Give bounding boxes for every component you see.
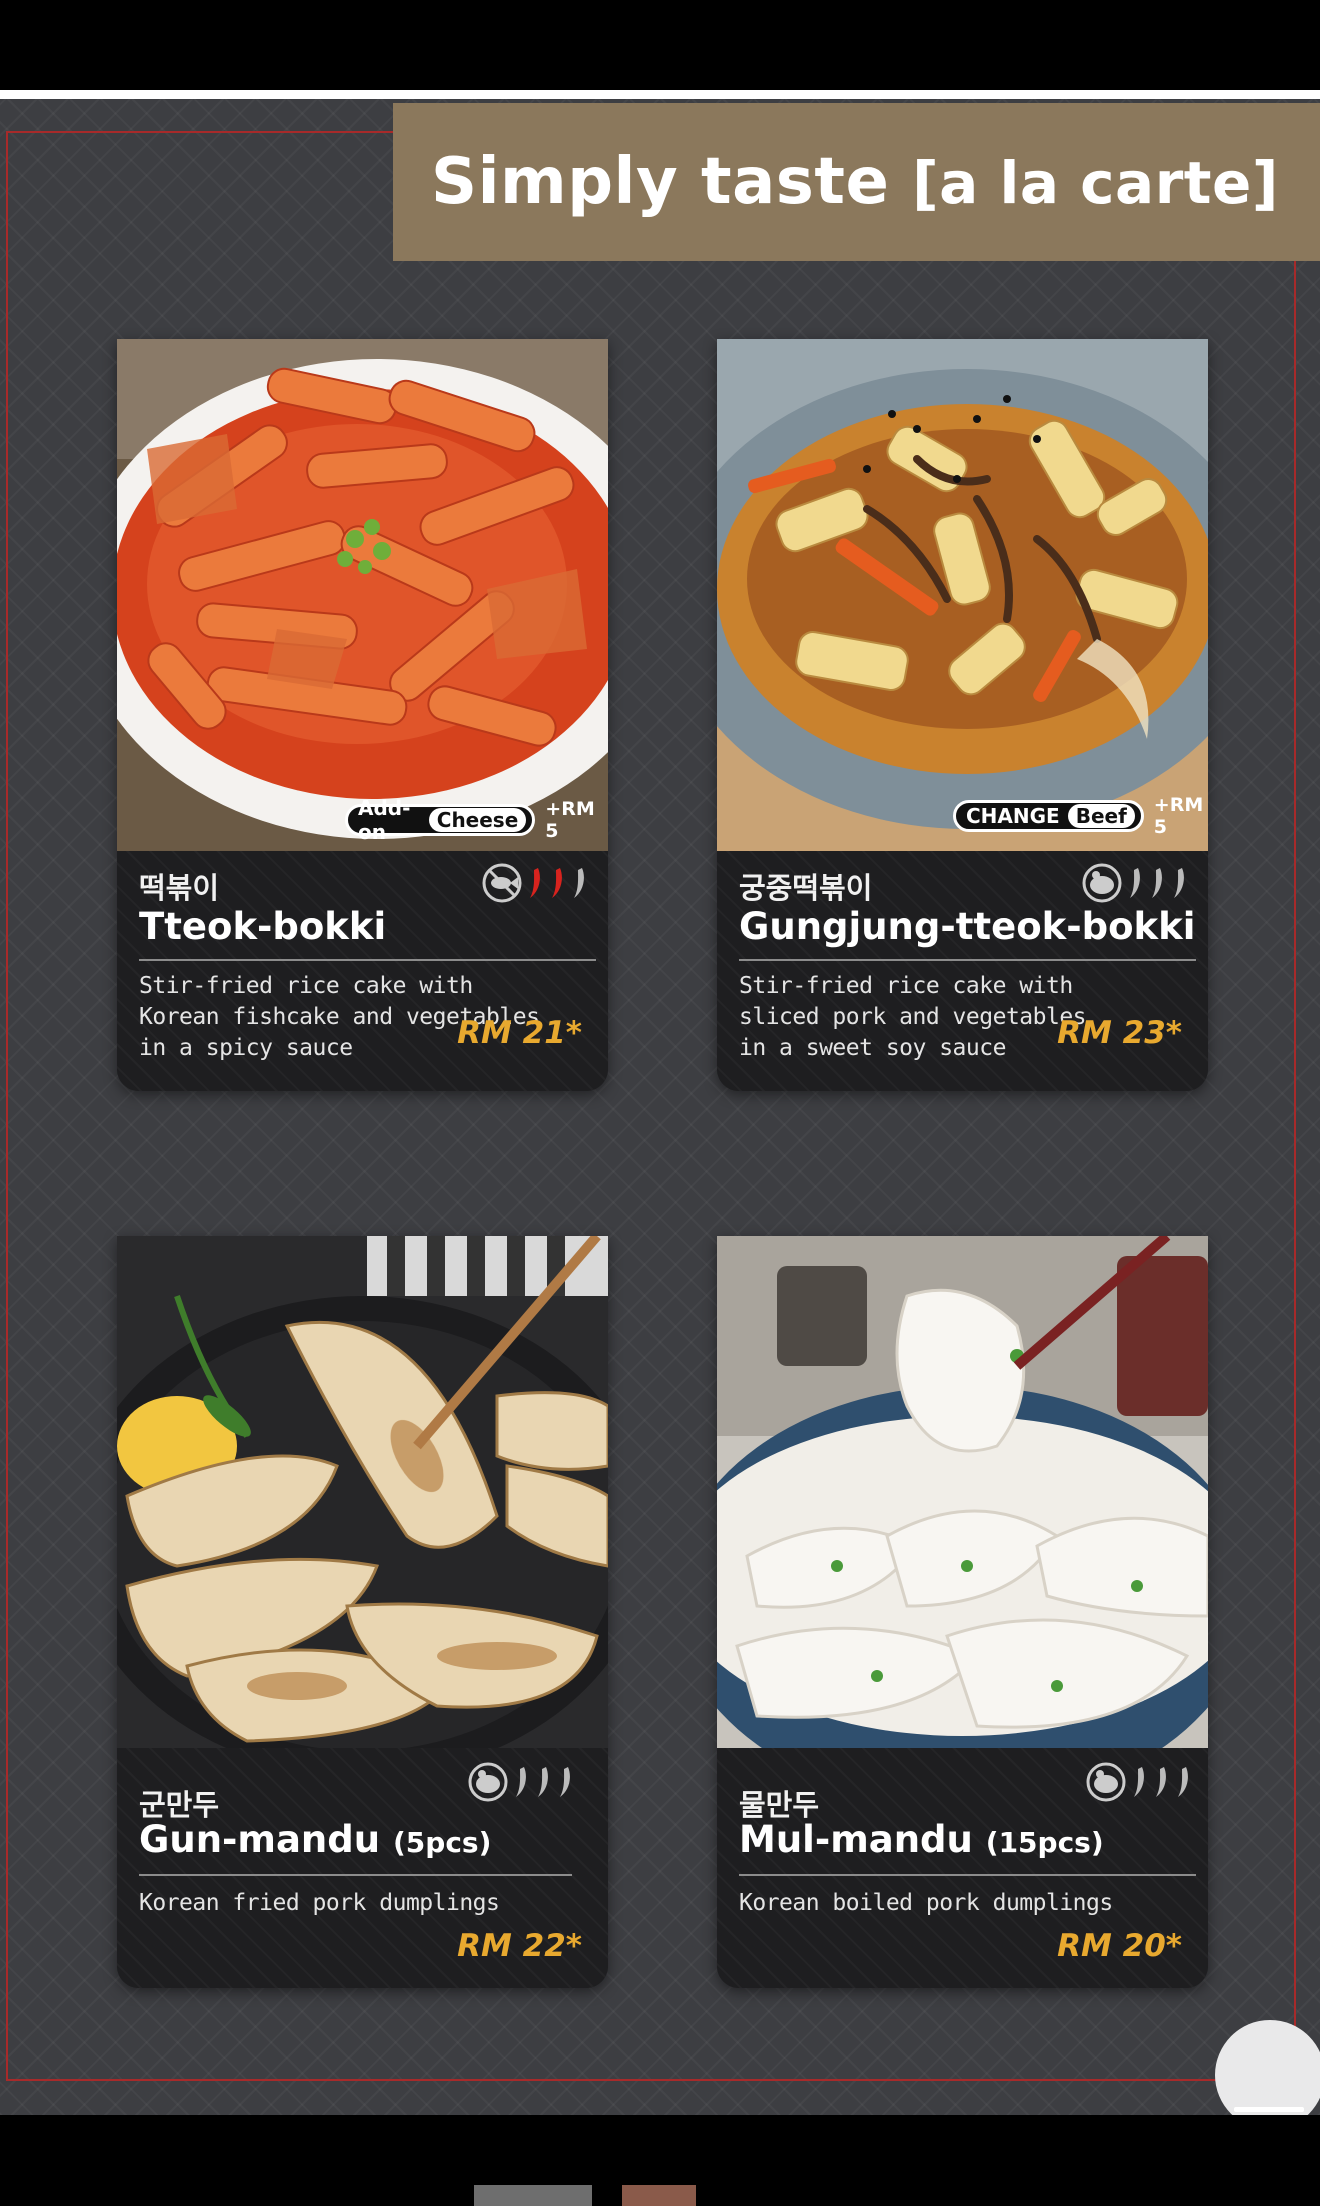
fish-icon xyxy=(482,863,522,907)
menu-item-gungjung-tteokbokki[interactable]: CHANGE Beef +RM 5 궁중떡볶이 Gungjung-tteok-b… xyxy=(717,339,1208,1091)
gungjung-info: 궁중떡볶이 Gungjung-tteok-bokki Stir-fried ri… xyxy=(717,851,1208,1091)
addon-badge: Add-on Cheese +RM 5 xyxy=(345,796,608,844)
menu-item-mul-mandu[interactable]: 물만두 Mul-mandu (15pcs) Korean boiled pork… xyxy=(717,1236,1208,1988)
item-name-text: Gungjung-tteok-bokki xyxy=(739,905,1196,948)
description-line: in a sweet soy sauce xyxy=(739,1035,1006,1061)
item-price: RM 22* xyxy=(457,1928,582,1964)
description-line: sliced pork and vegetables xyxy=(739,1004,1087,1030)
menu-item-tteokbokki[interactable]: Add-on Cheese +RM 5 떡볶이 Tteok-bokki Stir… xyxy=(117,339,608,1091)
item-divider xyxy=(739,959,1196,961)
chili-icon-inactive xyxy=(534,1764,552,1804)
change-option: Beef xyxy=(1067,804,1135,828)
pork-icon xyxy=(1086,1762,1126,1806)
addon-label: Add-on xyxy=(358,796,411,844)
banner-title-main: Simply taste xyxy=(431,145,890,219)
change-badge: CHANGE Beef +RM 5 xyxy=(953,794,1208,838)
item-korean-name: 궁중떡볶이 xyxy=(739,871,873,905)
gungjung-icons xyxy=(1082,863,1188,907)
addon-pill: Add-on Cheese xyxy=(345,796,536,844)
description-line: Stir-fried rice cake with xyxy=(739,973,1073,999)
top-divider xyxy=(0,90,1320,99)
item-price: RM 20* xyxy=(1057,1928,1182,1964)
chili-icon-inactive xyxy=(512,1764,530,1804)
mul-mandu-info: 물만두 Mul-mandu (15pcs) Korean boiled pork… xyxy=(717,1748,1208,1988)
pork-icon xyxy=(468,1762,508,1806)
item-price: RM 21* xyxy=(457,1015,582,1051)
page-thumbnail[interactable] xyxy=(474,2185,592,2206)
item-description: Stir-fried rice cake with sliced pork an… xyxy=(739,971,1087,1064)
banner-title: Simply taste [a la carte] xyxy=(431,145,1279,219)
banner-title-sub: [a la carte] xyxy=(912,149,1279,217)
chili-icon-inactive xyxy=(556,1764,574,1804)
addon-price: +RM 5 xyxy=(545,798,595,842)
tteokbokki-info: 떡볶이 Tteok-bokki Stir-fried rice cake wit… xyxy=(117,851,608,1091)
page-thumbnail[interactable] xyxy=(622,2185,696,2206)
chili-icon-inactive xyxy=(570,865,588,905)
gungjung-photo: CHANGE Beef +RM 5 xyxy=(717,339,1208,851)
description-line: Korean fried pork dumplings xyxy=(139,1890,500,1916)
item-divider xyxy=(139,1874,572,1876)
tteokbokki-icons xyxy=(482,863,588,907)
chili-icon xyxy=(548,865,566,905)
item-description: Korean boiled pork dumplings xyxy=(739,1888,1113,1919)
menu-banner: Simply taste [a la carte] xyxy=(393,103,1320,261)
item-pieces: (15pcs) xyxy=(985,1826,1104,1859)
item-name: Gungjung-tteok-bokki xyxy=(739,905,1195,948)
mul-mandu-photo xyxy=(717,1236,1208,1748)
chili-icon xyxy=(526,865,544,905)
item-name-text: Tteok-bokki xyxy=(139,905,387,948)
change-label: CHANGE xyxy=(966,804,1060,828)
change-pill: CHANGE Beef xyxy=(953,800,1144,832)
item-name: Tteok-bokki xyxy=(139,905,386,948)
chili-icon-inactive xyxy=(1152,1764,1170,1804)
chili-icon-inactive xyxy=(1126,865,1144,905)
tteokbokki-photo: Add-on Cheese +RM 5 xyxy=(117,339,608,851)
floating-action-button[interactable] xyxy=(1215,2020,1320,2130)
gun-mandu-icons xyxy=(468,1762,574,1806)
top-status-bar xyxy=(0,0,1320,90)
menu-item-gun-mandu[interactable]: 군만두 Gun-mandu (5pcs) Korean fried pork d… xyxy=(117,1236,608,1988)
item-name-text: Mul-mandu xyxy=(739,1818,973,1861)
item-name: Mul-mandu (15pcs) xyxy=(739,1818,1104,1861)
item-korean-name: 떡볶이 xyxy=(139,871,220,905)
description-line: Korean boiled pork dumplings xyxy=(739,1890,1113,1916)
addon-option: Cheese xyxy=(428,808,527,832)
item-divider xyxy=(139,959,596,961)
menu-page: Simply taste [a la carte] Add-on Cheese … xyxy=(0,99,1320,2115)
gun-mandu-photo xyxy=(117,1236,608,1748)
pork-icon xyxy=(1082,863,1122,907)
item-name: Gun-mandu (5pcs) xyxy=(139,1818,491,1861)
mul-mandu-icons xyxy=(1086,1762,1192,1806)
item-divider xyxy=(739,1874,1196,1876)
chili-icon-inactive xyxy=(1170,865,1188,905)
chili-icon-inactive xyxy=(1148,865,1166,905)
chili-icon-inactive xyxy=(1174,1764,1192,1804)
chili-icon-inactive xyxy=(1130,1764,1148,1804)
description-line: Stir-fried rice cake with xyxy=(139,973,473,999)
item-description: Korean fried pork dumplings xyxy=(139,1888,500,1919)
item-price: RM 23* xyxy=(1057,1015,1182,1051)
gun-mandu-info: 군만두 Gun-mandu (5pcs) Korean fried pork d… xyxy=(117,1748,608,1988)
change-price: +RM 5 xyxy=(1153,794,1204,838)
item-pieces: (5pcs) xyxy=(393,1826,492,1859)
item-name-text: Gun-mandu xyxy=(139,1818,381,1861)
home-indicator[interactable] xyxy=(1234,2107,1304,2112)
